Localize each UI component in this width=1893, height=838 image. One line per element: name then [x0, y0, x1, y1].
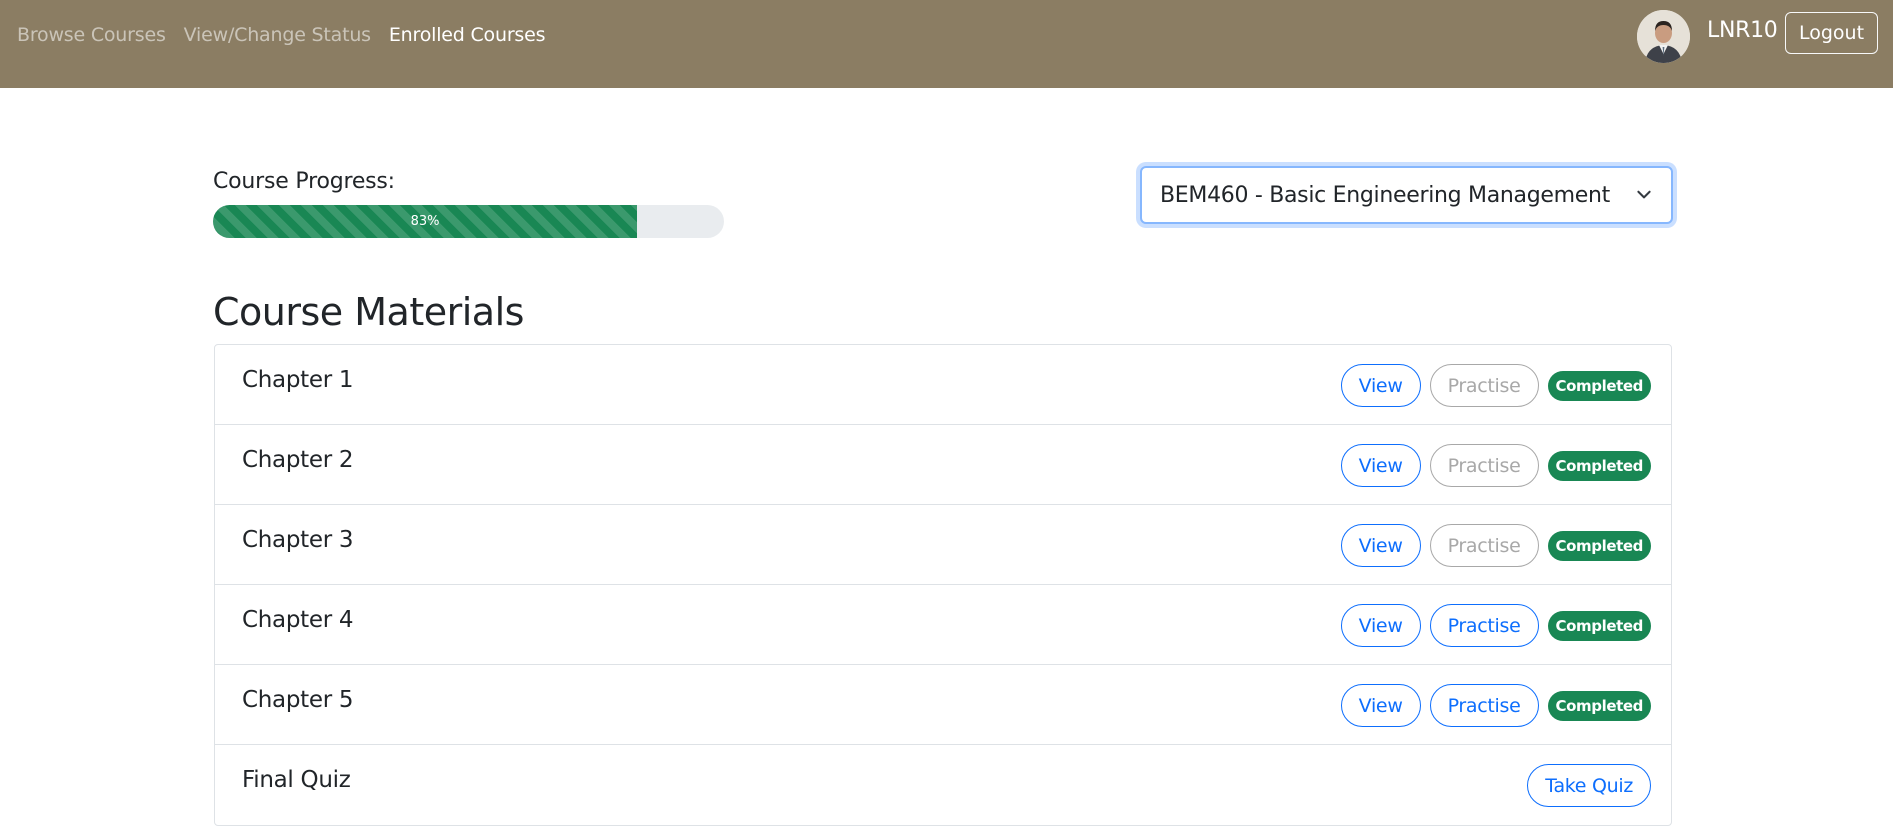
- chapter-item: Chapter 1 View Practise Completed: [215, 345, 1671, 425]
- chapter-actions: View Practise Completed: [1340, 364, 1651, 407]
- chapter-title: Chapter 1: [242, 367, 354, 393]
- nav-browse-courses[interactable]: Browse Courses: [17, 24, 166, 46]
- completed-badge: Completed: [1547, 450, 1651, 481]
- final-quiz-item: Final Quiz Take Quiz: [215, 745, 1671, 825]
- chapter-item: Chapter 3 View Practise Completed: [215, 505, 1671, 585]
- chapter-actions: View Practise Completed: [1340, 524, 1651, 567]
- nav-enrolled-courses[interactable]: Enrolled Courses: [389, 24, 546, 46]
- logout-button[interactable]: Logout: [1785, 12, 1878, 54]
- practise-button[interactable]: Practise: [1429, 604, 1539, 647]
- top-navbar: Browse Courses View/Change Status Enroll…: [0, 0, 1893, 88]
- chapter-item: Chapter 4 View Practise Completed: [215, 585, 1671, 665]
- take-quiz-button[interactable]: Take Quiz: [1527, 764, 1651, 807]
- chapter-item: Chapter 2 View Practise Completed: [215, 425, 1671, 505]
- course-select-dropdown[interactable]: BEM460 - Basic Engineering Management: [1140, 166, 1673, 224]
- nav-links: Browse Courses View/Change Status Enroll…: [17, 24, 546, 46]
- completed-badge: Completed: [1547, 690, 1651, 721]
- view-button[interactable]: View: [1340, 684, 1421, 727]
- course-progress-fill: 83%: [213, 205, 638, 238]
- view-button[interactable]: View: [1340, 444, 1421, 487]
- chapter-item: Chapter 5 View Practise Completed: [215, 665, 1671, 745]
- user-avatar-photo: [1637, 10, 1690, 63]
- completed-badge: Completed: [1547, 610, 1651, 641]
- view-button[interactable]: View: [1340, 364, 1421, 407]
- final-quiz-actions: Take Quiz: [1527, 764, 1651, 807]
- view-button[interactable]: View: [1340, 524, 1421, 567]
- course-select-value: BEM460 - Basic Engineering Management: [1160, 182, 1610, 208]
- chapter-actions: View Practise Completed: [1340, 684, 1651, 727]
- course-materials-list: Chapter 1 View Practise Completed Chapte…: [214, 344, 1672, 826]
- practise-button[interactable]: Practise: [1429, 524, 1539, 567]
- course-materials-heading: Course Materials: [213, 290, 524, 334]
- chapter-actions: View Practise Completed: [1340, 604, 1651, 647]
- course-progress-bar: 83%: [213, 205, 724, 238]
- practise-button[interactable]: Practise: [1429, 444, 1539, 487]
- nav-view-change-status[interactable]: View/Change Status: [184, 24, 371, 46]
- completed-badge: Completed: [1547, 370, 1651, 401]
- chapter-title: Chapter 4: [242, 607, 354, 633]
- user-avatar[interactable]: [1637, 10, 1690, 63]
- username: LNR10: [1707, 18, 1778, 43]
- practise-button[interactable]: Practise: [1429, 684, 1539, 727]
- chevron-down-icon: [1637, 190, 1651, 199]
- final-quiz-title: Final Quiz: [242, 767, 351, 793]
- chapter-title: Chapter 5: [242, 687, 354, 713]
- chapter-actions: View Practise Completed: [1340, 444, 1651, 487]
- chapter-title: Chapter 2: [242, 447, 354, 473]
- course-progress-label: Course Progress:: [213, 169, 395, 194]
- completed-badge: Completed: [1547, 530, 1651, 561]
- practise-button[interactable]: Practise: [1429, 364, 1539, 407]
- chapter-title: Chapter 3: [242, 527, 354, 553]
- view-button[interactable]: View: [1340, 604, 1421, 647]
